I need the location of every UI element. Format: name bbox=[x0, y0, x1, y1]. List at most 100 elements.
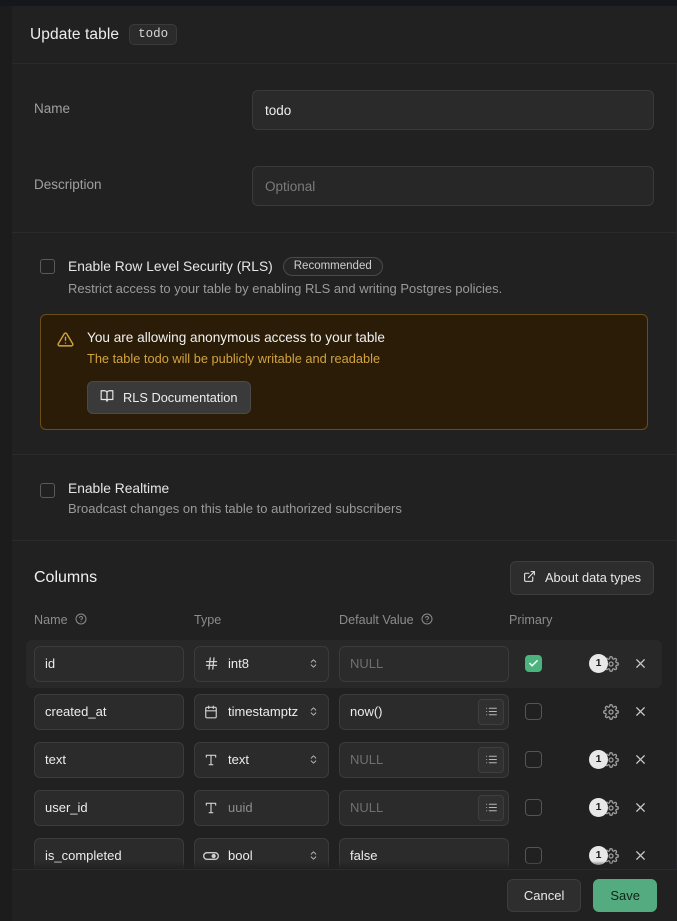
columns-title: Columns bbox=[34, 568, 98, 586]
name-field-row: Name todo bbox=[34, 84, 654, 136]
columns-rows: id int8 NULL 1 created_at timestamptz now() tex… bbox=[26, 639, 662, 869]
column-name-input[interactable]: id bbox=[34, 645, 184, 682]
column-settings-wrapper: 1 bbox=[589, 749, 619, 771]
table-identity-section: Name todo Description Optional bbox=[12, 64, 676, 232]
remove-column-icon[interactable] bbox=[633, 752, 648, 767]
panel-body: Name todo Description Optional Enable Ro… bbox=[12, 64, 677, 869]
remove-column-icon[interactable] bbox=[633, 656, 648, 671]
column-default-value-text: NULL bbox=[350, 800, 384, 815]
rls-recommended-badge: Recommended bbox=[282, 257, 383, 276]
name-label: Name bbox=[34, 101, 71, 116]
rls-checkbox-row[interactable]: Enable Row Level Security (RLS) Recommen… bbox=[34, 253, 654, 296]
column-type-label: uuid bbox=[228, 800, 253, 815]
row-actions: 1 bbox=[589, 797, 654, 819]
toggle-icon bbox=[203, 848, 219, 864]
settings-count-badge: 1 bbox=[589, 653, 608, 673]
primary-key-cell bbox=[519, 751, 579, 768]
remove-column-icon[interactable] bbox=[633, 848, 648, 863]
table-row: is_completed bool false 1 bbox=[34, 832, 654, 869]
chevron-updown-icon[interactable] bbox=[308, 657, 320, 670]
remove-column-icon[interactable] bbox=[633, 704, 648, 719]
column-type-select[interactable]: uuid bbox=[194, 789, 329, 826]
cancel-button[interactable]: Cancel bbox=[506, 879, 582, 912]
column-default-value-text: false bbox=[350, 848, 378, 863]
rls-documentation-button[interactable]: RLS Documentation bbox=[87, 380, 251, 414]
column-name-input[interactable]: user_id bbox=[34, 789, 184, 826]
chevron-updown-icon[interactable] bbox=[308, 849, 320, 862]
remove-column-icon[interactable] bbox=[633, 800, 648, 815]
column-default-value-input[interactable]: now() bbox=[339, 693, 509, 730]
default-value-list-icon[interactable] bbox=[478, 794, 504, 821]
row-actions: 1 bbox=[589, 749, 654, 771]
default-value-list-icon[interactable] bbox=[478, 746, 504, 773]
column-name-input[interactable]: text bbox=[34, 741, 184, 778]
realtime-description: Broadcast changes on this table to autho… bbox=[68, 500, 402, 516]
primary-key-checkbox[interactable] bbox=[525, 847, 542, 864]
description-field-row: Description Optional bbox=[34, 136, 654, 212]
columns-section: Columns About data types Name Type Defau… bbox=[12, 541, 676, 869]
row-actions: 1 bbox=[589, 845, 654, 867]
column-type-select[interactable]: int8 bbox=[194, 645, 329, 682]
column-type-select[interactable]: text bbox=[194, 741, 329, 778]
column-type-label: text bbox=[228, 752, 249, 767]
rls-title: Enable Row Level Security (RLS) bbox=[68, 258, 273, 274]
help-circle-icon-default[interactable] bbox=[421, 613, 433, 628]
primary-key-checkbox[interactable] bbox=[525, 655, 542, 672]
columns-header: Columns About data types bbox=[34, 560, 654, 613]
column-default-value-text: NULL bbox=[350, 656, 384, 671]
book-icon bbox=[100, 389, 114, 406]
column-default-value-input[interactable]: NULL bbox=[339, 789, 509, 826]
gear-icon[interactable] bbox=[603, 703, 619, 720]
column-default-value-input[interactable]: false bbox=[339, 837, 509, 869]
rls-checkbox[interactable] bbox=[40, 259, 55, 274]
column-type-label: int8 bbox=[228, 656, 249, 671]
column-settings-wrapper bbox=[589, 701, 619, 723]
column-default-value-text: NULL bbox=[350, 752, 384, 767]
column-type-select[interactable]: timestamptz bbox=[194, 693, 329, 730]
panel-scroll-area: Name todo Description Optional Enable Ro… bbox=[12, 64, 676, 869]
column-name-input[interactable]: created_at bbox=[34, 693, 184, 730]
panel-header: Update table todo bbox=[12, 6, 677, 64]
primary-key-checkbox[interactable] bbox=[525, 751, 542, 768]
col-header-primary: Primary bbox=[509, 613, 553, 627]
warning-triangle-icon bbox=[57, 331, 74, 414]
primary-key-cell bbox=[519, 799, 579, 816]
table-row: created_at timestamptz now() bbox=[34, 688, 654, 736]
realtime-checkbox-row[interactable]: Enable Realtime Broadcast changes on thi… bbox=[34, 477, 654, 516]
description-input[interactable]: Optional bbox=[252, 166, 654, 206]
table-row: id int8 NULL 1 bbox=[26, 639, 662, 688]
row-actions: 1 bbox=[589, 653, 654, 675]
text-icon bbox=[203, 753, 219, 767]
about-data-types-button[interactable]: About data types bbox=[509, 560, 654, 595]
col-header-default-value: Default Value bbox=[339, 613, 414, 627]
primary-key-checkbox[interactable] bbox=[525, 799, 542, 816]
anonymous-access-warning: You are allowing anonymous access to you… bbox=[40, 313, 648, 430]
column-default-value-input[interactable]: NULL bbox=[339, 741, 509, 778]
primary-key-cell bbox=[519, 847, 579, 864]
column-type-select[interactable]: bool bbox=[194, 837, 329, 869]
chevron-updown-icon[interactable] bbox=[308, 753, 320, 766]
default-value-list-icon[interactable] bbox=[478, 698, 504, 725]
primary-key-cell bbox=[519, 655, 579, 672]
save-button[interactable]: Save bbox=[593, 879, 657, 912]
realtime-checkbox[interactable] bbox=[40, 482, 55, 498]
help-circle-icon[interactable] bbox=[75, 613, 87, 628]
column-default-value-input[interactable]: NULL bbox=[339, 645, 509, 682]
external-link-icon bbox=[523, 570, 536, 586]
col-header-name: Name bbox=[34, 613, 68, 627]
realtime-title: Enable Realtime bbox=[68, 480, 170, 496]
description-label: Description bbox=[34, 177, 102, 192]
primary-key-checkbox[interactable] bbox=[525, 703, 542, 720]
column-type-label: timestamptz bbox=[228, 704, 299, 719]
panel-footer: Cancel Save bbox=[12, 869, 677, 921]
column-settings-wrapper: 1 bbox=[589, 845, 619, 867]
table-row: user_id uuid NULL 1 bbox=[34, 784, 654, 832]
table-name-chip: todo bbox=[129, 23, 178, 46]
name-input[interactable]: todo bbox=[252, 90, 654, 130]
page-title: Update table bbox=[30, 25, 120, 43]
settings-count-badge: 1 bbox=[589, 797, 608, 817]
column-name-input[interactable]: is_completed bbox=[34, 837, 184, 869]
calendar-icon bbox=[203, 705, 219, 719]
chevron-updown-icon[interactable] bbox=[308, 705, 320, 718]
hash-icon bbox=[203, 656, 219, 671]
